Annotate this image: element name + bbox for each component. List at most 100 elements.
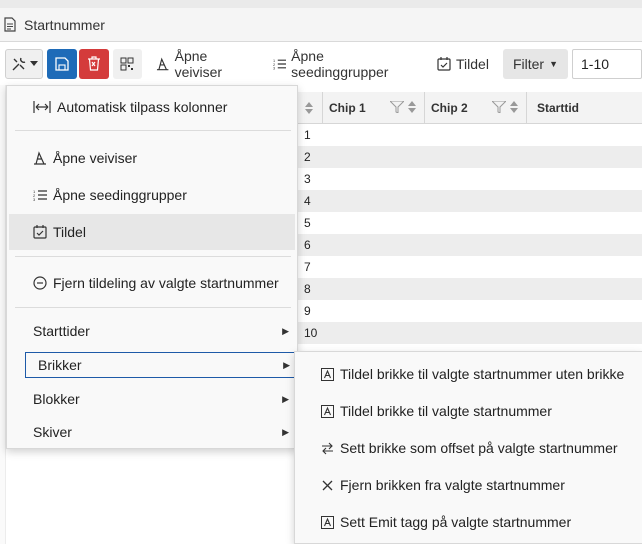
menu-item-open-seeding-groups[interactable]: 123 Åpne seedinggrupper <box>9 177 295 213</box>
chip2-header-label: Chip 2 <box>431 100 468 115</box>
menu-divider <box>15 256 291 257</box>
submenu-arrow-icon: ▶ <box>282 325 289 336</box>
menu-item-label: Tildel <box>53 224 86 240</box>
table-row[interactable]: 7 <box>296 256 642 278</box>
open-seeding-groups-button[interactable]: 123 Åpne seedinggrupper <box>265 47 427 80</box>
row-number: 6 <box>304 238 311 252</box>
row-number: 10 <box>304 326 318 340</box>
filter-icon[interactable] <box>390 101 404 113</box>
starttime-header-label: Starttid <box>537 100 579 115</box>
list-numbered-icon: 123 <box>33 189 47 202</box>
submenu-item-label: Fjern brikken fra valgte startnummer <box>340 477 565 493</box>
sort-icon[interactable] <box>408 101 416 113</box>
menu-item-label: Brikker <box>38 357 82 373</box>
submenu-item-label: Tildel brikke til valgte startnummer ute… <box>340 366 625 382</box>
sort-icon[interactable] <box>510 101 518 113</box>
submenu-item-remove-chip[interactable]: Fjern brikken fra valgte startnummer <box>295 467 642 503</box>
submenu-arrow-icon: ▶ <box>282 393 289 404</box>
save-button[interactable] <box>47 48 77 79</box>
filter-label: Filter <box>512 55 545 72</box>
table-row[interactable]: 1 <box>296 124 642 146</box>
menu-item-label: Skiver <box>33 424 72 440</box>
menu-divider <box>15 130 291 131</box>
table-row[interactable]: 10 <box>296 322 642 344</box>
qr-grid-button[interactable] <box>112 48 143 79</box>
open-seeding-groups-label: Åpne seedinggrupper <box>291 47 389 80</box>
menu-item-open-wizard[interactable]: Åpne veiviser <box>9 140 295 176</box>
tools-menu-button[interactable] <box>5 48 44 79</box>
submenu-item-assign-chip[interactable]: Tildel brikke til valgte startnummer <box>295 393 642 429</box>
qr-code-icon <box>120 57 134 70</box>
table-row[interactable]: 2 <box>296 146 642 168</box>
trash-icon <box>87 56 100 71</box>
submenu-item-set-emit-tag[interactable]: Sett Emit tagg på valgte startnummer <box>295 504 642 540</box>
submenu-item-label: Sett brikke som offset på valgte startnu… <box>340 440 618 456</box>
delete-button[interactable] <box>78 48 109 79</box>
range-input[interactable] <box>572 48 642 79</box>
menu-item-label: Fjern tildeling av valgte startnummer <box>53 275 279 291</box>
window-title: Startnummer <box>24 16 105 33</box>
column-header-chip1[interactable]: Chip 1 <box>322 92 424 123</box>
row-number: 5 <box>304 216 311 230</box>
menu-item-label: Starttider <box>33 323 90 339</box>
tools-context-menu: Automatisk tilpass kolonner Åpne veivise… <box>6 85 298 449</box>
column-header-chip2[interactable]: Chip 2 <box>424 92 526 123</box>
grid-header: Chip 1 Chip 2 Starttid <box>296 92 642 124</box>
row-number: 2 <box>304 150 311 164</box>
assign-button[interactable]: Tildel <box>429 49 497 79</box>
filter-dropdown[interactable]: Filter ▼ <box>502 48 568 79</box>
minus-circle-icon <box>33 276 47 290</box>
menu-item-remove-assignment[interactable]: Fjern tildeling av valgte startnummer <box>9 265 295 301</box>
submenu-item-set-chip-offset[interactable]: Sett brikke som offset på valgte startnu… <box>295 430 642 466</box>
menu-divider <box>15 307 291 308</box>
row-number: 4 <box>304 194 311 208</box>
table-row[interactable]: 8 <box>296 278 642 300</box>
chevron-down-icon <box>29 60 38 66</box>
row-number: 9 <box>304 304 311 318</box>
column-header-starttime[interactable]: Starttid <box>526 92 642 123</box>
row-number: 7 <box>304 260 311 274</box>
wizard-icon <box>157 57 169 70</box>
menu-item-auto-fit-columns[interactable]: Automatisk tilpass kolonner <box>9 89 295 125</box>
calendar-check-icon <box>437 56 451 71</box>
table-row[interactable]: 3 <box>296 168 642 190</box>
calendar-check-icon <box>33 225 47 239</box>
table-row[interactable]: 6 <box>296 234 642 256</box>
sort-icon[interactable] <box>296 92 322 123</box>
submenu-item-label: Sett Emit tagg på valgte startnummer <box>340 514 572 530</box>
table-row[interactable]: 5 <box>296 212 642 234</box>
table-row[interactable]: 4 <box>296 190 642 212</box>
chip1-header-label: Chip 1 <box>329 100 366 115</box>
menu-item-label: Åpne veiviser <box>53 150 138 166</box>
menu-item-bibs[interactable]: Skiver ▶ <box>9 414 295 450</box>
filter-icon[interactable] <box>492 101 506 113</box>
menu-item-start-times[interactable]: Starttider ▶ <box>9 313 295 349</box>
row-number: 1 <box>304 128 311 142</box>
open-wizard-label: Åpne veiviser <box>174 47 223 80</box>
swap-icon <box>322 442 333 454</box>
chips-submenu: Tildel brikke til valgte startnummer ute… <box>294 351 642 544</box>
save-icon <box>55 56 69 71</box>
submenu-item-label: Tildel brikke til valgte startnummer <box>340 403 552 419</box>
title-bar: Startnummer <box>0 0 642 42</box>
fit-columns-icon <box>33 101 51 113</box>
menu-item-label: Automatisk tilpass kolonner <box>57 99 228 115</box>
menu-item-blocks[interactable]: Blokker ▶ <box>9 381 295 417</box>
chip-icon <box>321 404 334 418</box>
caret-down-icon: ▼ <box>549 58 558 69</box>
submenu-item-assign-chip-without[interactable]: Tildel brikke til valgte startnummer ute… <box>295 356 642 392</box>
menu-item-assign[interactable]: Tildel <box>9 214 295 250</box>
wizard-icon <box>34 151 46 165</box>
menu-item-label: Blokker <box>33 391 80 407</box>
table-row[interactable]: 9 <box>296 300 642 322</box>
submenu-arrow-icon: ▶ <box>282 426 289 437</box>
toolbar: Åpne veiviser 123 Åpne seedinggrupper Ti… <box>0 42 642 85</box>
assign-label: Tildel <box>456 55 489 72</box>
menu-item-chips[interactable]: Brikker ▶ <box>25 352 297 378</box>
open-wizard-button[interactable]: Åpne veiviser <box>148 47 263 80</box>
submenu-arrow-icon: ▶ <box>283 359 290 370</box>
svg-text:3: 3 <box>273 66 275 70</box>
row-number: 3 <box>304 172 311 186</box>
document-icon <box>4 16 18 33</box>
svg-text:3: 3 <box>33 197 36 202</box>
